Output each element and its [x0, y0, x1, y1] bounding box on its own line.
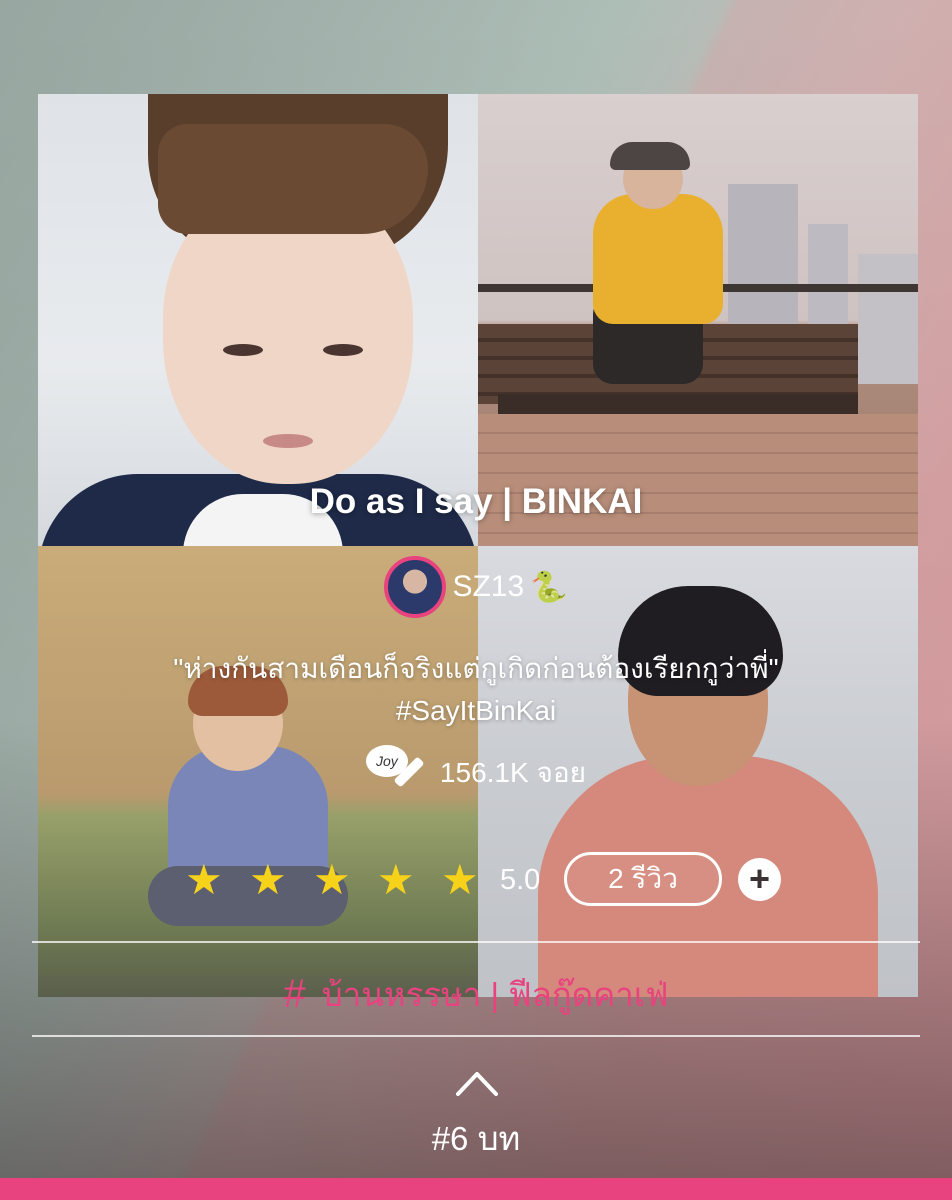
reviews-button[interactable]: 2 รีวิว — [564, 852, 722, 906]
tagline-hashtag: #SayItBinKai — [395, 695, 557, 726]
star-icon: ★ — [313, 856, 351, 903]
bottom-accent-bar — [0, 1178, 952, 1200]
star-icon: ★ — [249, 856, 287, 903]
joy-pen-icon: Joy — [365, 745, 430, 801]
author-name[interactable]: SZ13 — [452, 570, 524, 604]
category-row[interactable]: # บ้านหรรษา | ฟีลกู๊ดคาเฟ่ — [0, 968, 952, 1021]
tagline-quote: "ห่างกันสามเดือนก็จริงแต่กูเกิดก่อนต้องเ… — [173, 653, 779, 684]
star-icon: ★ — [441, 856, 479, 903]
star-icon: ★ — [377, 856, 415, 903]
add-review-button[interactable]: + — [738, 858, 781, 901]
chapter-count[interactable]: #6 บท — [0, 1112, 952, 1165]
rating-row: ★ ★ ★ ★ ★ 5.0 2 รีวิว + — [0, 852, 952, 908]
hash-icon: # — [283, 972, 306, 1016]
joy-count: 156.1K จอย — [439, 757, 587, 788]
author-row[interactable]: SZ13 🐍 — [0, 556, 952, 618]
star-icon: ★ — [185, 856, 223, 903]
divider-top — [32, 941, 920, 943]
joy-row: Joy 156.1K จอย — [0, 745, 952, 801]
snake-icon: 🐍 — [530, 570, 568, 604]
category-label[interactable]: บ้านหรรษา | ฟีลกู๊ดคาเฟ่ — [322, 968, 669, 1021]
chevron-up-icon[interactable] — [455, 1068, 499, 1098]
author-avatar[interactable] — [384, 556, 447, 618]
rating-score: 5.0 — [500, 864, 541, 896]
divider-bottom — [32, 1035, 920, 1037]
story-title: Do as I say | BINKAI — [309, 482, 643, 521]
story-tagline: "ห่างกันสามเดือนก็จริงแต่กูเกิดก่อนต้องเ… — [0, 648, 952, 732]
